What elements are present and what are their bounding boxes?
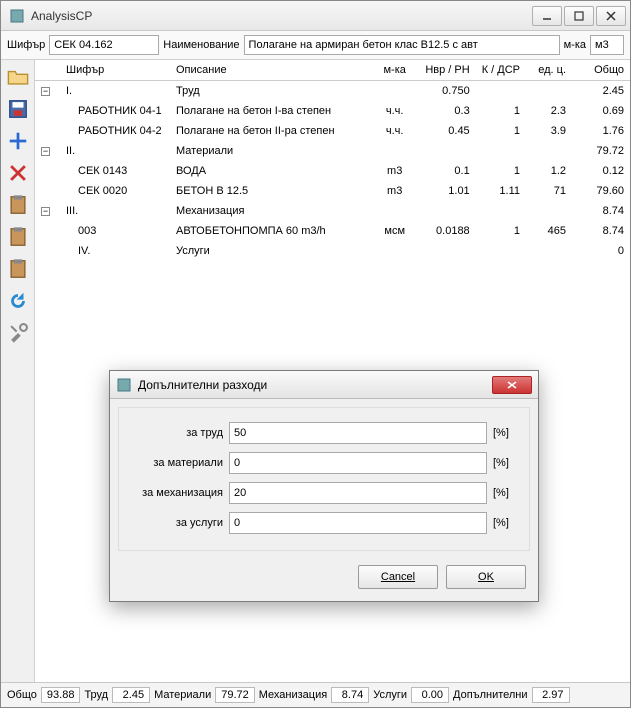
status-total: 93.88 bbox=[41, 687, 81, 703]
status-labor-label: Труд bbox=[84, 689, 108, 701]
dlg-unit: [%] bbox=[493, 457, 515, 469]
dlg-materials-input[interactable] bbox=[229, 452, 487, 474]
dialog-titlebar[interactable]: Допълнителни разходи bbox=[110, 371, 538, 399]
status-services: 0.00 bbox=[411, 687, 449, 703]
name-label: Наименование bbox=[163, 39, 239, 51]
main-window: AnalysisCP Шифър Наименование м-ка bbox=[0, 0, 631, 708]
unit-input[interactable] bbox=[590, 35, 624, 55]
code-input[interactable] bbox=[49, 35, 159, 55]
cancel-button[interactable]: Cancel bbox=[358, 565, 438, 589]
titlebar[interactable]: AnalysisCP bbox=[1, 1, 630, 31]
status-extra: 2.97 bbox=[532, 687, 570, 703]
minimize-button[interactable] bbox=[532, 6, 562, 26]
ok-button[interactable]: OK bbox=[446, 565, 526, 589]
dialog-overlay: Допълнителни разходи за труд [%] за мате… bbox=[1, 60, 630, 682]
status-mech: 8.74 bbox=[331, 687, 369, 703]
app-icon bbox=[9, 8, 25, 24]
code-label: Шифър bbox=[7, 39, 45, 51]
name-input[interactable] bbox=[244, 35, 560, 55]
dlg-services-label: за услуги bbox=[133, 517, 223, 529]
maximize-button[interactable] bbox=[564, 6, 594, 26]
status-materials: 79.72 bbox=[215, 687, 255, 703]
unit-label: м-ка bbox=[564, 39, 586, 51]
status-total-label: Общо bbox=[7, 689, 37, 701]
status-extra-label: Допълнителни bbox=[453, 689, 527, 701]
dialog-icon bbox=[116, 377, 132, 393]
dlg-mech-label: за механизация bbox=[133, 487, 223, 499]
dialog-close-button[interactable] bbox=[492, 376, 532, 394]
status-mech-label: Механизация bbox=[259, 689, 327, 701]
close-button[interactable] bbox=[596, 6, 626, 26]
dlg-services-input[interactable] bbox=[229, 512, 487, 534]
dlg-labor-label: за труд bbox=[133, 427, 223, 439]
dlg-unit: [%] bbox=[493, 487, 515, 499]
status-labor: 2.45 bbox=[112, 687, 150, 703]
dlg-unit: [%] bbox=[493, 517, 515, 529]
dialog-title: Допълнителни разходи bbox=[138, 378, 492, 392]
filter-bar: Шифър Наименование м-ка bbox=[1, 31, 630, 60]
dlg-mech-input[interactable] bbox=[229, 482, 487, 504]
dlg-unit: [%] bbox=[493, 427, 515, 439]
dlg-materials-label: за материали bbox=[133, 457, 223, 469]
window-title: AnalysisCP bbox=[31, 9, 532, 23]
status-services-label: Услуги bbox=[373, 689, 407, 701]
extra-costs-dialog: Допълнителни разходи за труд [%] за мате… bbox=[109, 370, 539, 602]
status-bar: Общо 93.88 Труд 2.45 Материали 79.72 Мех… bbox=[1, 682, 630, 707]
dlg-labor-input[interactable] bbox=[229, 422, 487, 444]
status-materials-label: Материали bbox=[154, 689, 211, 701]
